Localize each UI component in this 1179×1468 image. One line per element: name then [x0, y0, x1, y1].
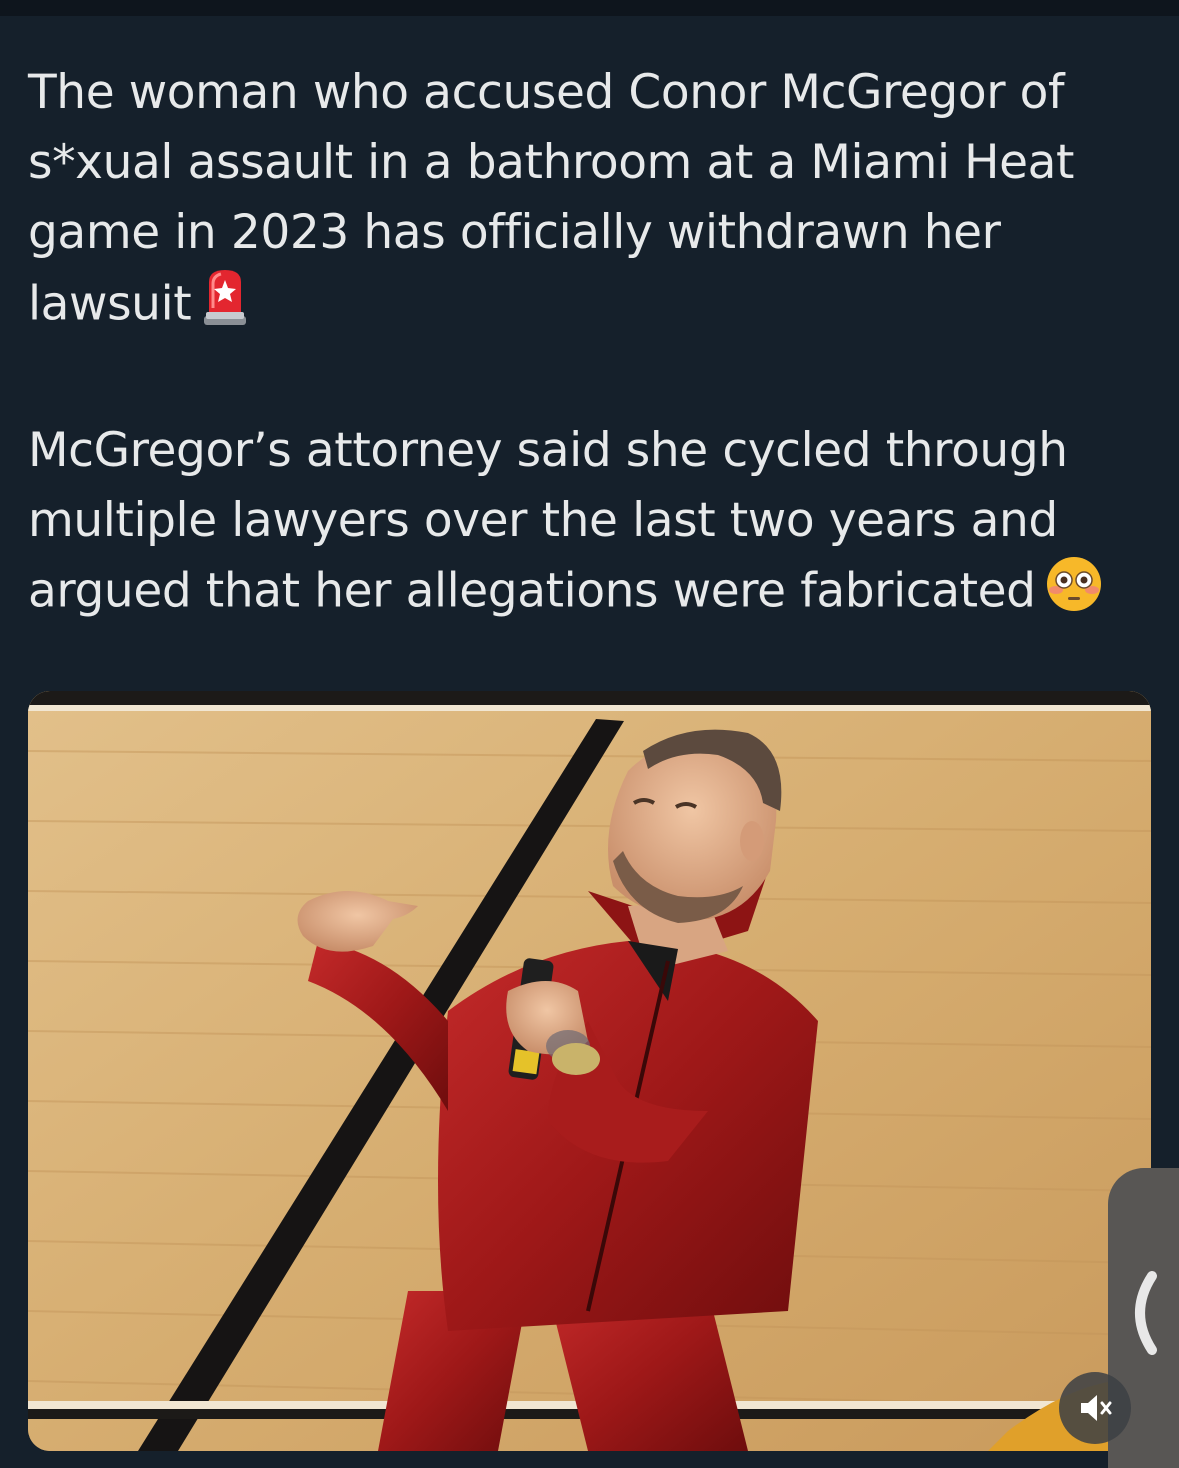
flushed-face-emoji-icon — [1046, 556, 1102, 632]
tweet-paragraph-1-text: The woman who accused Conor McGregor of … — [28, 65, 1075, 332]
tweet-paragraph-1: The woman who accused Conor McGregor of … — [28, 58, 1148, 346]
speaker-muted-icon — [1081, 1395, 1112, 1421]
tweet-photo[interactable] — [28, 691, 1151, 1451]
tweet-text: The woman who accused Conor McGregor of … — [28, 58, 1148, 632]
police-car-light-emoji-icon — [201, 268, 249, 346]
photo-illustration — [28, 691, 1151, 1451]
tweet-paragraph-2-text: McGregor’s attorney said she cycled thro… — [28, 423, 1068, 619]
top-bar — [0, 0, 1179, 16]
mute-button[interactable] — [1059, 1372, 1131, 1444]
tweet-paragraph-2: McGregor’s attorney said she cycled thro… — [28, 416, 1148, 632]
chevron-left-icon[interactable] — [1120, 1268, 1160, 1362]
